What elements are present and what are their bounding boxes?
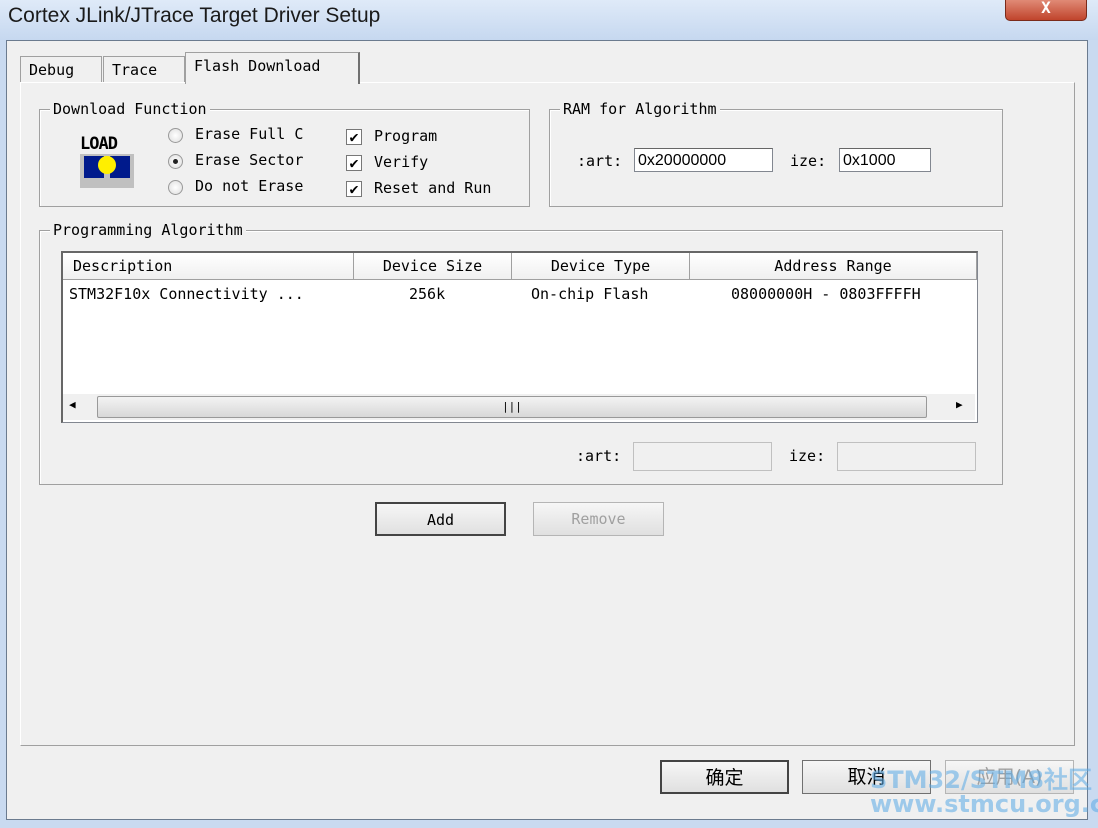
tab-debug[interactable]: Debug xyxy=(20,56,102,83)
reset-and-run-label: Reset and Run xyxy=(374,179,492,197)
ram-start-input[interactable]: 0x20000000 xyxy=(634,148,773,172)
scrollbar-thumb[interactable]: ||| xyxy=(97,396,927,418)
do-not-erase-radio[interactable] xyxy=(168,180,183,195)
algorithm-start-label: :art: xyxy=(576,447,622,465)
ram-for-algorithm-group: RAM for Algorithm :art: 0x20000000 ize: … xyxy=(549,99,1003,207)
cell-address-range: 08000000H - 0803FFFFH xyxy=(731,285,921,303)
column-header-device-type[interactable]: Device Type xyxy=(512,253,690,280)
table-row[interactable]: STM32F10x Connectivity ... 256k On-chip … xyxy=(63,283,977,305)
group-title: Download Function xyxy=(50,99,210,119)
cell-device-size: 256k xyxy=(409,285,446,303)
algorithm-size-input[interactable] xyxy=(837,442,976,471)
erase-full-chip-radio[interactable] xyxy=(168,128,183,143)
watermark: STM32/STM8社区 www.stmcu.org.cn xyxy=(870,768,1098,816)
group-title: RAM for Algorithm xyxy=(560,99,720,119)
cell-device-type: On-chip Flash xyxy=(531,285,649,303)
ram-start-label: :art: xyxy=(577,152,623,170)
scroll-right-icon[interactable]: ▶ xyxy=(956,398,963,411)
remove-button[interactable]: Remove xyxy=(533,502,664,536)
ram-size-label: ize: xyxy=(790,152,827,170)
watermark-line1: STM32/STM8社区 xyxy=(870,766,1092,794)
tab-flash-download[interactable]: Flash Download xyxy=(185,52,360,84)
window-title: Cortex JLink/JTrace Target Driver Setup xyxy=(8,4,381,27)
verify-checkbox[interactable]: ✔ xyxy=(346,155,362,171)
column-header-description[interactable]: Description xyxy=(63,253,354,280)
do-not-erase-label: Do not Erase xyxy=(195,177,304,195)
tab-page: Download Function LOAD Erase Full C Eras… xyxy=(20,82,1075,746)
column-header-address-range[interactable]: Address Range xyxy=(690,253,977,280)
program-label: Program xyxy=(374,127,438,145)
algorithm-size-label: ize: xyxy=(789,447,826,465)
erase-full-chip-label: Erase Full C xyxy=(195,125,304,143)
download-function-group: Download Function LOAD Erase Full C Eras… xyxy=(39,99,530,207)
reset-and-run-checkbox[interactable]: ✔ xyxy=(346,181,362,197)
program-checkbox[interactable]: ✔ xyxy=(346,129,362,145)
algorithm-list[interactable]: Description Device Size Device Type Addr… xyxy=(61,251,978,423)
cell-description: STM32F10x Connectivity ... xyxy=(69,285,304,303)
horizontal-scrollbar[interactable]: ◀ ||| ▶ xyxy=(63,394,975,420)
column-header-device-size[interactable]: Device Size xyxy=(354,253,512,280)
group-title: Programming Algorithm xyxy=(50,220,246,240)
close-button[interactable]: X xyxy=(1005,0,1087,21)
scroll-left-icon[interactable]: ◀ xyxy=(69,398,76,411)
erase-sector-radio[interactable] xyxy=(168,154,183,169)
ram-size-input[interactable]: 0x1000 xyxy=(839,148,931,172)
load-icon: LOAD xyxy=(80,134,134,188)
programming-algorithm-group: Programming Algorithm Description Device… xyxy=(39,220,1003,485)
ok-button[interactable]: 确定 xyxy=(660,760,789,794)
tab-trace[interactable]: Trace xyxy=(103,56,185,83)
watermark-line2: www.stmcu.org.cn xyxy=(870,790,1098,818)
algorithm-start-input[interactable] xyxy=(633,442,772,471)
add-button[interactable]: Add xyxy=(375,502,506,536)
title-bar: Cortex JLink/JTrace Target Driver Setup … xyxy=(0,0,1098,40)
erase-sector-label: Erase Sector xyxy=(195,151,304,169)
verify-label: Verify xyxy=(374,153,429,171)
